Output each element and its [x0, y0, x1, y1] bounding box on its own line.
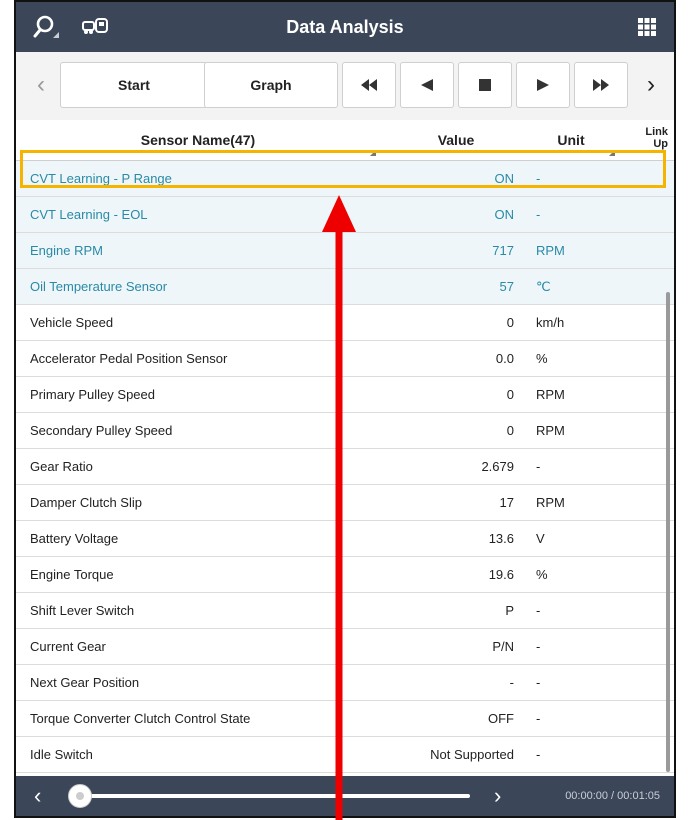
annotation-arrow-icon	[322, 195, 356, 820]
